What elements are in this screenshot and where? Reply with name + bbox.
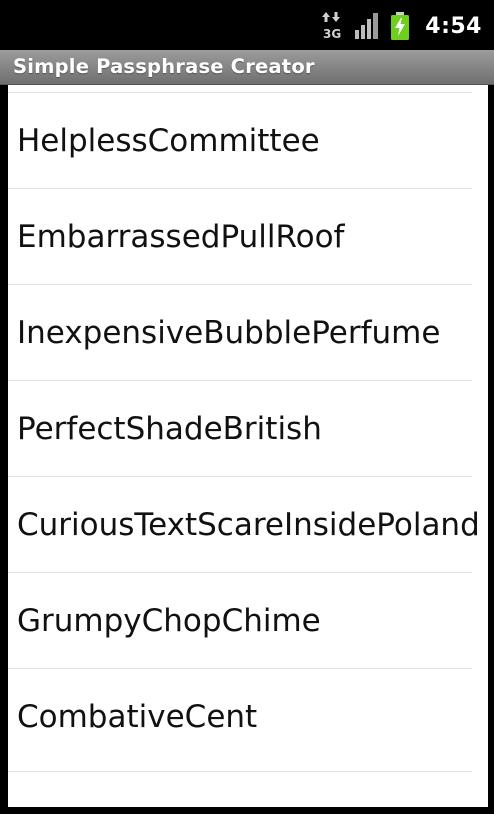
- data-arrows-icon: 3G: [321, 11, 343, 41]
- passphrase-label: HelplessCommittee: [17, 122, 320, 159]
- battery-charging-icon: [391, 12, 410, 40]
- list-item-partial[interactable]: [8, 771, 472, 807]
- passphrase-label: EmbarrassedPullRoof: [17, 218, 345, 255]
- passphrase-list[interactable]: HelplessCommittee EmbarrassedPullRoof In…: [8, 92, 480, 764]
- list-item[interactable]: CombativeCent: [8, 668, 472, 764]
- signal-icon: [355, 13, 379, 39]
- passphrase-label: CuriousTextScareInsidePoland: [17, 506, 480, 543]
- list-item[interactable]: CuriousTextScareInsidePoland: [8, 476, 480, 572]
- list-item[interactable]: PerfectShadeBritish: [8, 380, 472, 476]
- list-item[interactable]: InexpensiveBubblePerfume: [8, 284, 472, 380]
- app-title-bar: Simple Passphrase Creator: [0, 50, 494, 85]
- list-item[interactable]: EmbarrassedPullRoof: [8, 188, 472, 284]
- passphrase-label: InexpensiveBubblePerfume: [17, 314, 441, 351]
- passphrase-label: GrumpyChopChime: [17, 602, 321, 639]
- list-item[interactable]: HelplessCommittee: [8, 92, 472, 188]
- passphrase-list-container[interactable]: HelplessCommittee EmbarrassedPullRoof In…: [8, 85, 488, 807]
- app-title: Simple Passphrase Creator: [13, 55, 315, 78]
- status-icons: 3G 4:54: [321, 10, 482, 42]
- passphrase-label: PerfectShadeBritish: [17, 410, 322, 447]
- network-type-label: 3G: [323, 27, 341, 41]
- device-screen: 3G 4:54 Simple Passphrase Creator Helple…: [0, 0, 494, 814]
- list-item[interactable]: GrumpyChopChime: [8, 572, 472, 668]
- passphrase-label: CombativeCent: [17, 698, 258, 735]
- status-clock: 4:54: [425, 13, 482, 39]
- status-bar: 3G 4:54: [0, 0, 494, 50]
